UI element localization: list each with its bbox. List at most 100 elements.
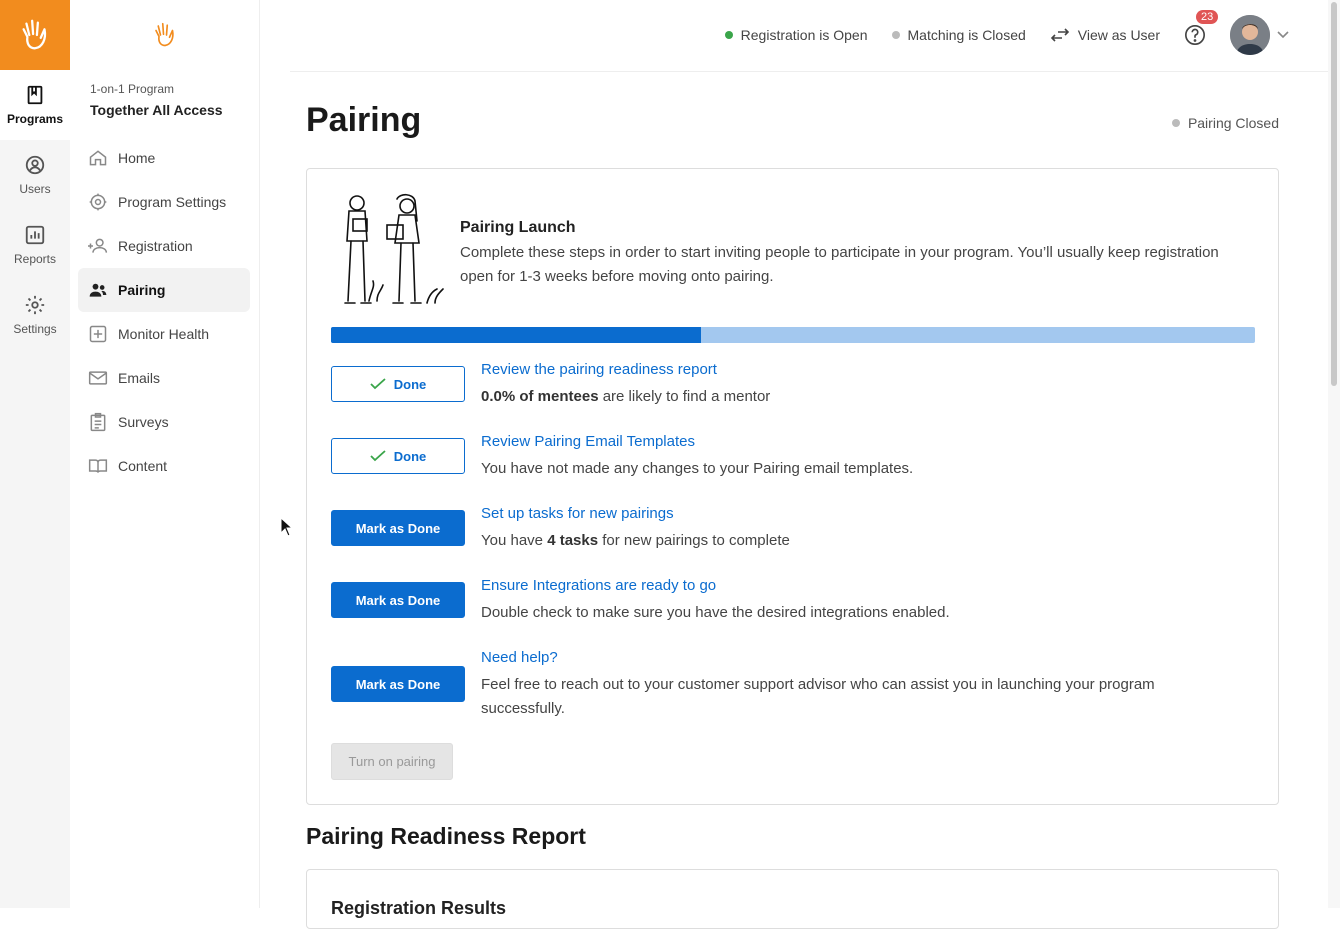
program-sidebar: 1-on-1 Program Together All Access Home … bbox=[70, 0, 260, 908]
step-desc-bold: 4 tasks bbox=[547, 532, 599, 549]
sidebar-item-label: Surveys bbox=[118, 414, 169, 430]
mark-as-done-button[interactable]: Mark as Done bbox=[331, 666, 465, 702]
question-circle-icon bbox=[1185, 25, 1205, 45]
program-name: Together All Access bbox=[90, 102, 223, 118]
matching-status-label: Matching is Closed bbox=[907, 27, 1026, 43]
sidebar-item-emails[interactable]: Emails bbox=[78, 356, 250, 400]
book-icon bbox=[27, 85, 43, 105]
step-description: 0.0% of mentees are likely to find a men… bbox=[481, 385, 1241, 409]
users-icon bbox=[89, 283, 107, 297]
clipboard-icon bbox=[90, 412, 106, 432]
step-desc-rest: are likely to find a mentor bbox=[598, 388, 771, 405]
rail-item-label: Users bbox=[19, 182, 51, 196]
step-description: You have 4 tasks for new pairings to com… bbox=[481, 529, 1241, 553]
readiness-section-title: Pairing Readiness Report bbox=[306, 823, 586, 849]
rail-item-label: Settings bbox=[13, 322, 57, 336]
sidebar-item-label: Registration bbox=[118, 238, 193, 254]
sidebar-item-surveys[interactable]: Surveys bbox=[78, 400, 250, 444]
registration-status: Registration is Open bbox=[724, 27, 868, 43]
matching-status: Matching is Closed bbox=[891, 27, 1026, 43]
sidebar-item-label: Content bbox=[118, 458, 168, 474]
page-scrollbar[interactable] bbox=[1328, 0, 1340, 908]
scrollbar-thumb[interactable] bbox=[1331, 2, 1337, 386]
sidebar-item-pairing[interactable]: Pairing bbox=[78, 268, 250, 312]
step-description: You have not made any changes to your Pa… bbox=[481, 460, 914, 477]
open-book-icon bbox=[88, 459, 108, 473]
hand-wave-icon bbox=[155, 22, 174, 47]
bar-chart-icon bbox=[25, 225, 45, 245]
user-menu[interactable] bbox=[1230, 15, 1290, 55]
sidebar-item-label: Emails bbox=[118, 370, 161, 386]
sidebar-item-registration[interactable]: Registration bbox=[78, 224, 250, 268]
program-type: 1-on-1 Program bbox=[90, 82, 175, 96]
step-link-email-templates[interactable]: Review Pairing Email Templates bbox=[481, 433, 695, 450]
registration-status-label: Registration is Open bbox=[740, 27, 868, 43]
step-link-need-help[interactable]: Need help? bbox=[481, 649, 558, 666]
status-dot-open bbox=[724, 31, 733, 39]
sidebar-item-program-settings[interactable]: Program Settings bbox=[78, 180, 250, 224]
top-bar: Registration is Open Matching is Closed … bbox=[260, 0, 1328, 70]
view-as-user-label: View as User bbox=[1077, 27, 1160, 43]
home-icon bbox=[89, 150, 107, 166]
check-icon bbox=[370, 450, 386, 462]
sidebar-item-label: Pairing bbox=[118, 282, 166, 298]
launch-description: Complete these steps in order to start i… bbox=[460, 244, 1219, 285]
app-rail: Programs Users Reports Settings bbox=[0, 0, 70, 908]
plus-square-icon bbox=[89, 325, 107, 343]
step-done-button[interactable]: Done bbox=[331, 438, 465, 474]
rail-item-reports[interactable]: Reports bbox=[0, 210, 70, 280]
avatar bbox=[1230, 15, 1270, 55]
pairing-status: Pairing Closed bbox=[1171, 115, 1279, 131]
launch-progress-bar bbox=[331, 327, 1255, 343]
sidebar-logo bbox=[70, 0, 259, 70]
header-divider bbox=[290, 71, 1328, 72]
step-done-button[interactable]: Done bbox=[331, 366, 465, 402]
view-as-user-button[interactable]: View as User bbox=[1050, 27, 1160, 43]
launch-progress-fill bbox=[331, 327, 701, 343]
user-circle-icon bbox=[25, 155, 45, 175]
help-button[interactable]: 23 bbox=[1184, 10, 1219, 46]
registration-results-title: Registration Results bbox=[331, 898, 507, 918]
brand-logo[interactable] bbox=[0, 0, 70, 70]
step-desc-rest: for new pairings to complete bbox=[598, 532, 790, 549]
rail-item-label: Reports bbox=[13, 252, 57, 266]
swap-arrows-icon bbox=[1050, 28, 1069, 42]
check-icon bbox=[370, 378, 386, 390]
step-button-label: Done bbox=[393, 448, 427, 464]
sidebar-item-label: Monitor Health bbox=[118, 326, 210, 342]
rail-item-settings[interactable]: Settings bbox=[0, 280, 70, 350]
rail-item-label: Programs bbox=[6, 112, 64, 126]
user-add-icon bbox=[88, 238, 108, 253]
step-desc-bold: 0.0% of mentees bbox=[481, 388, 599, 405]
rail-item-programs[interactable]: Programs bbox=[0, 70, 70, 140]
step-button-label: Done bbox=[393, 376, 427, 392]
pairing-launch-card: Pairing Launch Complete these steps in o… bbox=[306, 168, 1279, 805]
sidebar-item-monitor-health[interactable]: Monitor Health bbox=[78, 312, 250, 356]
chevron-down-icon bbox=[1277, 31, 1289, 39]
step-desc-pre: You have bbox=[481, 532, 548, 549]
people-puzzle-illustration bbox=[344, 193, 444, 304]
mark-as-done-button[interactable]: Mark as Done bbox=[331, 510, 465, 546]
avatar-portrait bbox=[1230, 15, 1270, 55]
status-dot-closed bbox=[891, 31, 900, 39]
mouse-cursor-icon bbox=[280, 517, 294, 537]
sidebar-item-content[interactable]: Content bbox=[78, 444, 250, 488]
step-link-integrations[interactable]: Ensure Integrations are ready to go bbox=[481, 577, 716, 594]
rail-item-users[interactable]: Users bbox=[0, 140, 70, 210]
sidebar-item-home[interactable]: Home bbox=[78, 136, 250, 180]
notification-badge: 23 bbox=[1196, 10, 1219, 24]
mark-as-done-button[interactable]: Mark as Done bbox=[331, 582, 465, 618]
step-link-tasks[interactable]: Set up tasks for new pairings bbox=[481, 505, 674, 522]
registration-results-card: Registration Results bbox=[306, 869, 1279, 929]
turn-on-pairing-button[interactable]: Turn on pairing bbox=[331, 743, 453, 780]
page-title: Pairing bbox=[306, 101, 422, 139]
hand-wave-icon bbox=[22, 19, 47, 50]
sidebar-item-label: Program Settings bbox=[118, 194, 227, 210]
gear-icon bbox=[89, 193, 107, 211]
sidebar-item-label: Home bbox=[118, 150, 156, 166]
step-description: Feel free to reach out to your customer … bbox=[481, 676, 1155, 717]
step-link-readiness-report[interactable]: Review the pairing readiness report bbox=[481, 361, 717, 378]
status-dot-closed bbox=[1171, 119, 1180, 127]
envelope-icon bbox=[88, 371, 108, 385]
launch-title: Pairing Launch bbox=[460, 219, 576, 236]
